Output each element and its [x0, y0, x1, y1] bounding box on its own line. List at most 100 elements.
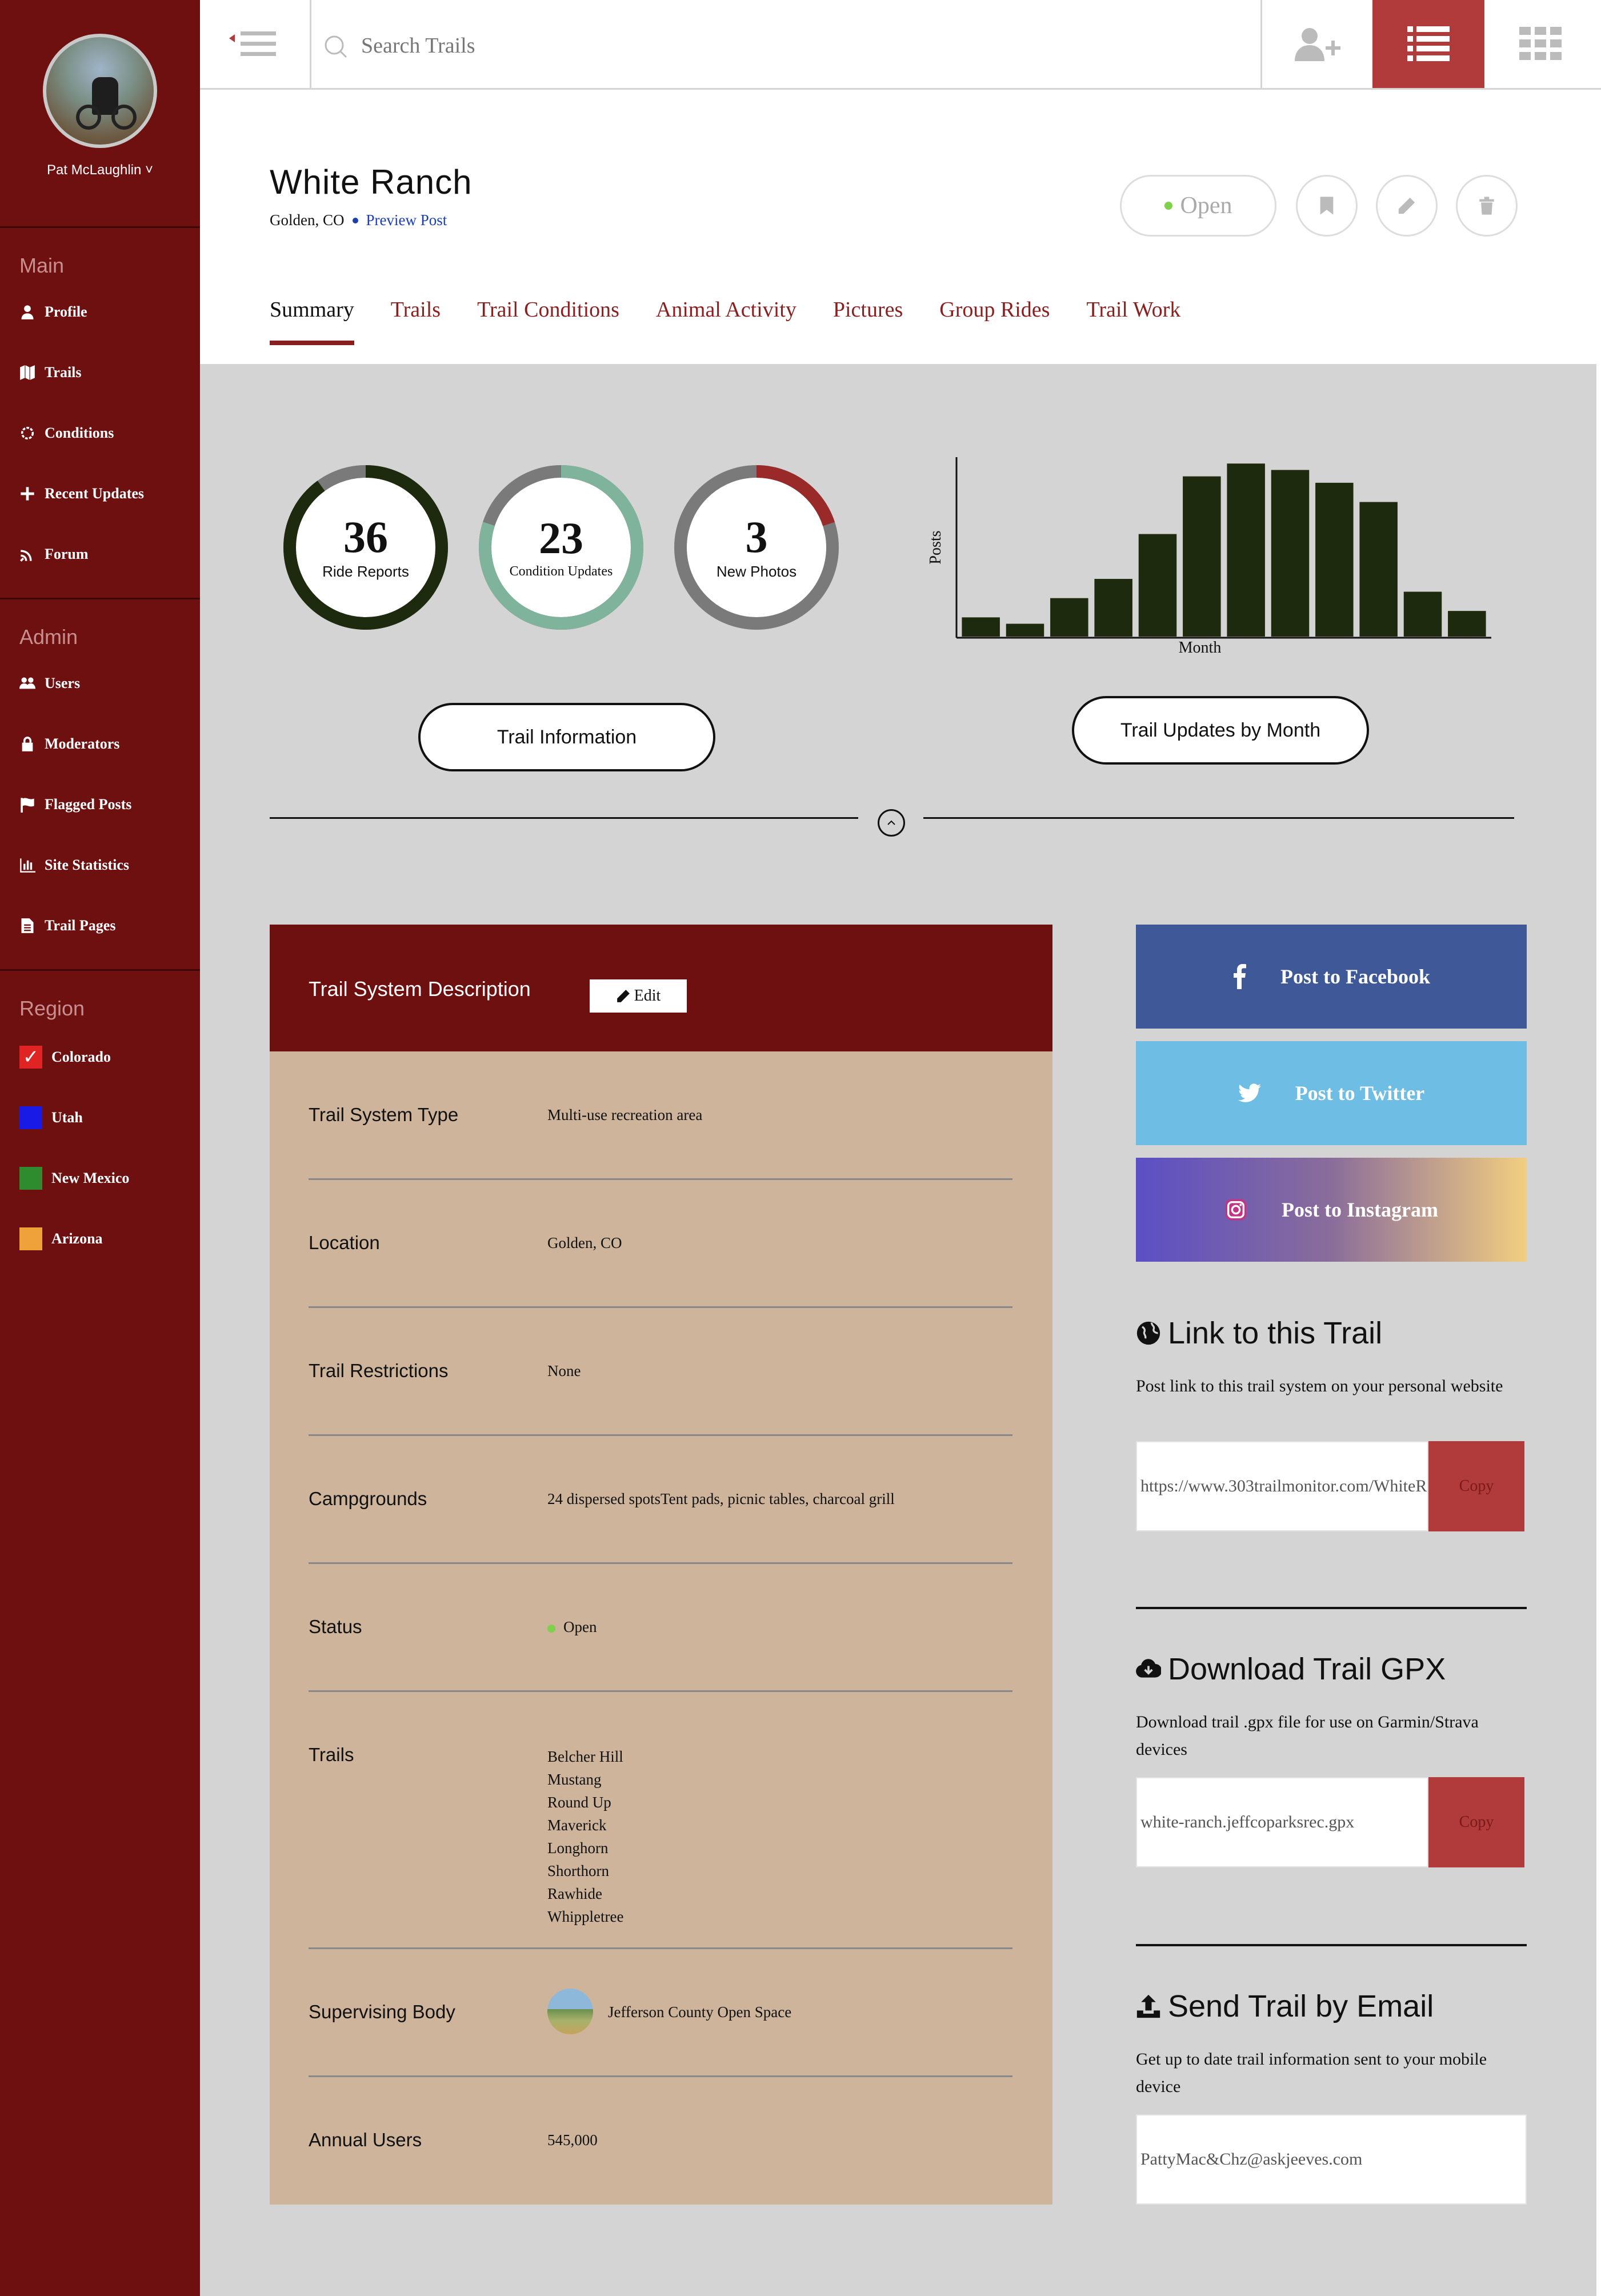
instagram-label: Post to Instagram: [1282, 1198, 1438, 1221]
edit-button[interactable]: [1376, 175, 1438, 237]
grid-view-button[interactable]: [1484, 0, 1596, 88]
menu-toggle-button[interactable]: [200, 0, 311, 88]
row-divider: [309, 2075, 1012, 2077]
bookmark-button[interactable]: [1296, 175, 1358, 237]
post-to-twitter-button[interactable]: Post to Twitter: [1136, 1041, 1527, 1145]
chart-bar-3: [1050, 598, 1088, 637]
tab-group-rides[interactable]: Group Rides: [939, 297, 1050, 345]
edit-label: Edit: [634, 987, 661, 1005]
trail-link-field[interactable]: https://www.303trailmonitor.com/WhiteRan…: [1136, 1441, 1428, 1531]
copy-link-button[interactable]: Copy: [1428, 1441, 1524, 1531]
page-edge: [1596, 364, 1601, 2296]
sidebar-item-recent-updates[interactable]: Recent Updates: [19, 481, 144, 506]
sidebar-item-users[interactable]: Users: [19, 671, 80, 696]
trails-list: Belcher Hill Mustang Round Up Maverick L…: [547, 1745, 623, 1928]
copy-gpx-button[interactable]: Copy: [1428, 1777, 1524, 1867]
chart-bar-11: [1403, 591, 1442, 637]
annual-users-label: Annual Users: [309, 2129, 422, 2150]
ride-reports-stat: 36 Ride Reports: [280, 462, 451, 633]
avatar[interactable]: [43, 34, 157, 148]
pencil-icon: [1398, 197, 1415, 214]
tab-bar: Summary Trails Trail Conditions Animal A…: [270, 297, 1180, 345]
tab-pictures[interactable]: Pictures: [833, 297, 903, 345]
bookmark-icon: [1320, 197, 1334, 215]
row-divider: [309, 1947, 1012, 1949]
checkbox-icon[interactable]: [19, 1167, 42, 1190]
trail-information-button[interactable]: Trail Information: [418, 703, 715, 771]
trail-name[interactable]: Mustang: [547, 1768, 623, 1791]
chart-bar-12: [1448, 611, 1486, 637]
annual-users-value: 545,000: [547, 2131, 598, 2149]
feed-icon: [20, 550, 32, 562]
region-arizona[interactable]: Arizona: [19, 1226, 103, 1251]
stat-label: Ride Reports: [322, 562, 409, 580]
add-user-icon: [1294, 28, 1340, 61]
sidebar-divider: [0, 598, 200, 599]
sidebar-item-label: Users: [45, 675, 81, 691]
sidebar-item-profile[interactable]: Profile: [19, 299, 87, 325]
trail-updates-by-month-button[interactable]: Trail Updates by Month: [1072, 696, 1369, 765]
edit-description-button[interactable]: Edit: [590, 979, 687, 1013]
trail-name[interactable]: Whippletree: [547, 1905, 623, 1928]
status-open-button[interactable]: Open: [1120, 175, 1276, 237]
status-value: Open: [547, 1618, 597, 1636]
status-label: Status: [309, 1616, 362, 1637]
post-to-instagram-button[interactable]: Post to Instagram: [1136, 1158, 1527, 1262]
tab-summary[interactable]: Summary: [270, 297, 354, 345]
trail-name[interactable]: Round Up: [547, 1791, 623, 1814]
chart-bar-1: [962, 617, 1000, 637]
sidebar-item-conditions[interactable]: Conditions: [19, 421, 114, 446]
list-view-button[interactable]: [1372, 0, 1484, 88]
top-bar: [200, 0, 1601, 90]
section-divider: [270, 817, 858, 819]
sidebar-item-forum[interactable]: Forum: [19, 542, 89, 567]
checkbox-checked-icon[interactable]: ✓: [19, 1046, 42, 1069]
section-title-text: Download Trail GPX: [1168, 1652, 1446, 1686]
sidebar-item-site-statistics[interactable]: Site Statistics: [19, 853, 129, 878]
status-label: Open: [1180, 193, 1232, 219]
chart-bar-10: [1359, 502, 1398, 637]
chart-bar-6: [1183, 476, 1221, 637]
region-label: New Mexico: [51, 1170, 130, 1186]
sidebar-item-flagged-posts[interactable]: Flagged Posts: [19, 792, 131, 817]
trail-name[interactable]: Rawhide: [547, 1882, 623, 1905]
supervising-body-value[interactable]: Jefferson County Open Space: [608, 2003, 791, 2021]
search-input[interactable]: [361, 26, 1104, 66]
email-field[interactable]: PattyMac&Chz@askjeeves.com: [1136, 2114, 1527, 2205]
tab-animal-activity[interactable]: Animal Activity: [656, 297, 797, 345]
checkbox-icon[interactable]: [19, 1227, 42, 1250]
sidebar-item-trail-pages[interactable]: Trail Pages: [19, 913, 115, 938]
checkbox-icon[interactable]: [19, 1106, 42, 1129]
user-menu[interactable]: Pat McLaughlin ˅: [0, 162, 200, 178]
tab-trail-conditions[interactable]: Trail Conditions: [477, 297, 619, 345]
sidebar-item-moderators[interactable]: Moderators: [19, 731, 119, 757]
region-utah[interactable]: Utah: [19, 1105, 83, 1130]
chart-bar-8: [1271, 470, 1310, 637]
region-colorado[interactable]: ✓ Colorado: [19, 1045, 111, 1070]
delete-button[interactable]: [1456, 175, 1518, 237]
sidebar-item-label: Forum: [45, 546, 89, 562]
trails-label: Trails: [309, 1744, 354, 1765]
new-photos-stat: 3 New Photos: [671, 462, 842, 633]
gpx-file-field[interactable]: white-ranch.jeffcoparksrec.gpx: [1136, 1777, 1428, 1867]
users-icon: [19, 677, 35, 689]
trail-name[interactable]: Shorthorn: [547, 1859, 623, 1882]
trail-name[interactable]: Maverick: [547, 1814, 623, 1837]
add-user-button[interactable]: [1260, 0, 1372, 88]
chart-bar-2: [1006, 623, 1044, 637]
preview-post-link[interactable]: Preview Post: [366, 211, 447, 229]
link-section-title: Link to this Trail: [1136, 1315, 1382, 1351]
collapse-chevron-button[interactable]: [878, 809, 905, 837]
sidebar-item-label: Recent Updates: [45, 485, 145, 502]
sidebar-item-trails[interactable]: Trails: [19, 360, 82, 385]
twitter-label: Post to Twitter: [1295, 1082, 1425, 1105]
trail-name[interactable]: Belcher Hill: [547, 1745, 623, 1768]
tab-trail-work[interactable]: Trail Work: [1086, 297, 1180, 345]
post-to-facebook-button[interactable]: Post to Facebook: [1136, 925, 1527, 1029]
section-divider: [923, 817, 1514, 819]
region-new-mexico[interactable]: New Mexico: [19, 1166, 129, 1191]
trail-name[interactable]: Longhorn: [547, 1837, 623, 1859]
search-icon: [325, 35, 347, 58]
tab-trails[interactable]: Trails: [391, 297, 441, 345]
collapse-menu-icon: [229, 31, 276, 56]
